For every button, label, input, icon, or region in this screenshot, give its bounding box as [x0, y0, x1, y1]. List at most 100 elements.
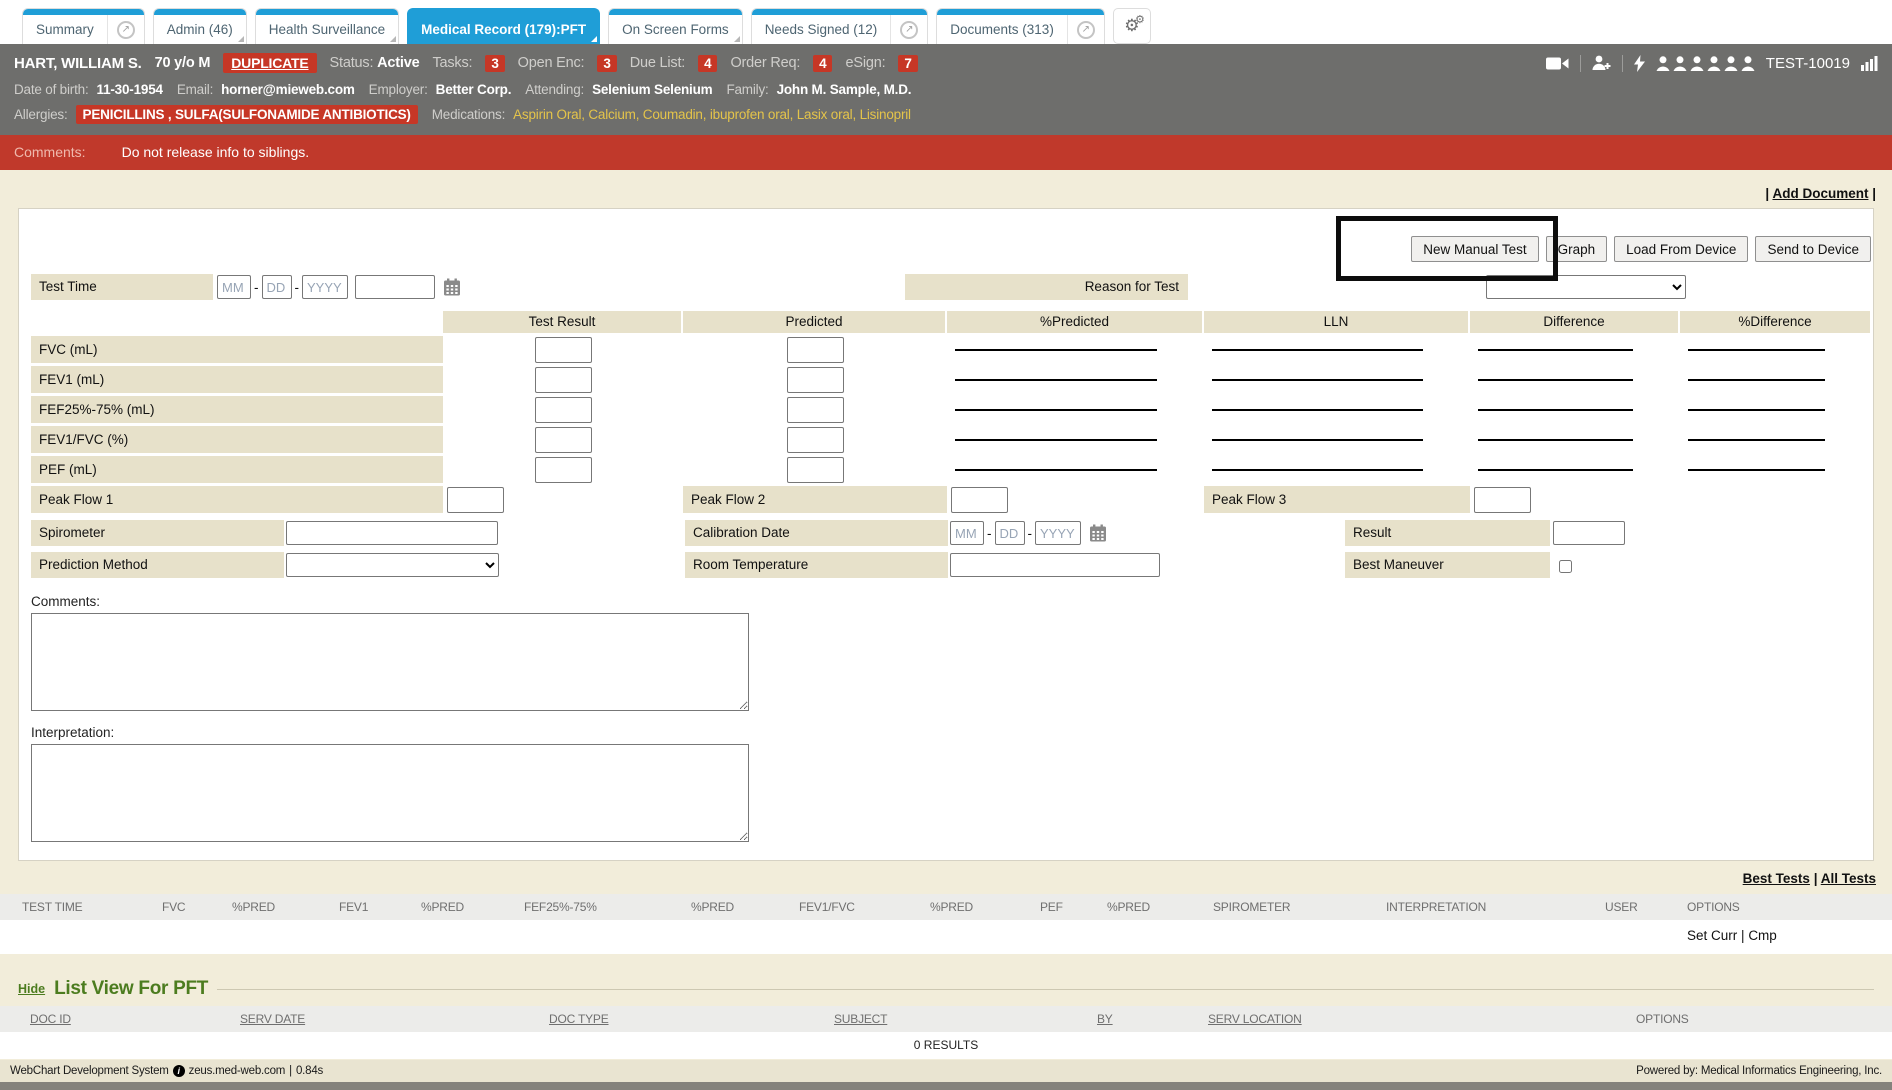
add-person-icon[interactable]	[1592, 55, 1611, 71]
medications-list[interactable]: Aspirin Oral, Calcium, Coumadin, ibuprof…	[513, 107, 911, 122]
tab-medical-record[interactable]: Medical Record (179):PFT	[407, 8, 600, 44]
peak-flow-row: Peak Flow 1 Peak Flow 2 Peak Flow 3	[31, 486, 1871, 513]
patient-list-icons[interactable]	[1656, 56, 1755, 71]
order-req-label: Order Req:	[730, 55, 800, 71]
col-serv-date[interactable]: SERV DATE	[240, 1012, 549, 1026]
room-temperature-input[interactable]	[950, 553, 1160, 577]
calibration-month-input[interactable]	[950, 521, 984, 545]
tab-health-surveillance[interactable]: Health Surveillance	[255, 8, 399, 44]
hide-link[interactable]: Hide	[18, 982, 45, 996]
col-test-result: Test Result	[443, 311, 683, 333]
add-document-link[interactable]: Add Document	[1772, 186, 1868, 201]
lightning-icon[interactable]	[1634, 55, 1645, 72]
result-input[interactable]	[1553, 521, 1625, 545]
tab-summary-popout[interactable]: ↗	[107, 15, 144, 44]
tasks-count-badge[interactable]: 3	[485, 55, 504, 72]
col-by[interactable]: BY	[1097, 1012, 1208, 1026]
fev1-test-result-input[interactable]	[535, 367, 592, 393]
peak-flow-2-input[interactable]	[951, 487, 1008, 513]
duplicate-badge[interactable]: DUPLICATE	[223, 53, 316, 73]
employer-value: Better Corp.	[436, 82, 512, 97]
video-camera-icon[interactable]	[1546, 56, 1569, 71]
result-label: Result	[1345, 520, 1550, 546]
col-doc-type[interactable]: DOC TYPE	[549, 1012, 834, 1026]
fvc-difference-line	[1478, 349, 1633, 351]
col-doc-id[interactable]: DOC ID	[30, 1012, 240, 1026]
test-time-row: Test Time - - Reason for Test	[31, 274, 1871, 302]
settings-button[interactable]: ⚙⚙	[1113, 8, 1151, 44]
comments-textarea[interactable]	[31, 613, 749, 711]
test-time-year-input[interactable]	[302, 275, 348, 299]
order-req-count-badge[interactable]: 4	[813, 55, 832, 72]
tab-needs-signed-popout[interactable]: ↗	[890, 15, 927, 44]
peak-flow-1-input[interactable]	[447, 487, 504, 513]
fev1-predicted-input[interactable]	[787, 367, 844, 393]
fef-test-result-input[interactable]	[535, 397, 592, 423]
tab-needs-signed[interactable]: Needs Signed (12) ↗	[751, 8, 929, 44]
pef-predicted-input[interactable]	[787, 457, 844, 483]
add-document-row: | Add Document |	[0, 170, 1892, 208]
best-tests-link[interactable]: Best Tests	[1743, 871, 1810, 886]
allergies-badge[interactable]: PENICILLINS , SULFA(SULFONAMIDE ANTIBIOT…	[76, 105, 418, 124]
results-table-header: TEST TIME FVC %PRED FEV1 %PRED FEF25%-75…	[0, 894, 1892, 920]
tab-summary[interactable]: Summary ↗	[22, 8, 145, 44]
calibration-year-input[interactable]	[1035, 521, 1081, 545]
tab-admin[interactable]: Admin (46)	[153, 8, 247, 44]
esign-count-badge[interactable]: 7	[898, 55, 917, 72]
tab-documents-label: Documents (313)	[937, 15, 1067, 44]
family-label: Family:	[726, 82, 768, 97]
calibration-day-input[interactable]	[995, 521, 1025, 545]
bar-chart-icon[interactable]	[1861, 55, 1878, 71]
fef-predicted-input[interactable]	[787, 397, 844, 423]
info-icon[interactable]: i	[173, 1065, 185, 1077]
col-subject[interactable]: SUBJECT	[834, 1012, 1097, 1026]
peak-flow-2-label: Peak Flow 2	[683, 486, 947, 513]
peak-flow-3-input[interactable]	[1474, 487, 1531, 513]
graph-button[interactable]: Graph	[1546, 236, 1608, 262]
all-tests-link[interactable]: All Tests	[1821, 871, 1876, 886]
tab-documents-popout[interactable]: ↗	[1067, 15, 1104, 44]
col-user: USER	[1605, 900, 1687, 914]
test-time-month-input[interactable]	[217, 275, 251, 299]
row-label: FEV1 (mL)	[31, 366, 443, 393]
cmp-link[interactable]: Cmp	[1748, 928, 1777, 943]
date-separator: -	[987, 526, 992, 541]
email-value[interactable]: horner@mieweb.com	[221, 82, 355, 97]
reason-for-test-select[interactable]	[1486, 275, 1686, 299]
col-spirometer: SPIROMETER	[1213, 900, 1386, 914]
set-curr-link[interactable]: Set Curr	[1687, 928, 1737, 943]
test-time-day-input[interactable]	[262, 275, 292, 299]
test-time-time-input[interactable]	[355, 275, 435, 299]
col-fev1: FEV1	[339, 900, 421, 914]
empty-results-row: 0 RESULTS	[0, 1032, 1892, 1059]
due-list-count-badge[interactable]: 4	[698, 55, 717, 72]
calendar-icon[interactable]	[1089, 524, 1107, 542]
comments-label: Comments:	[31, 594, 1871, 609]
interpretation-textarea[interactable]	[31, 744, 749, 842]
open-enc-count-badge[interactable]: 3	[597, 55, 616, 72]
spirometer-label: Spirometer	[31, 520, 284, 546]
col-interpretation: INTERPRETATION	[1386, 900, 1605, 914]
send-to-device-button[interactable]: Send to Device	[1755, 236, 1871, 262]
pef-test-result-input[interactable]	[535, 457, 592, 483]
spirometer-input[interactable]	[286, 521, 498, 545]
prediction-method-select[interactable]	[286, 553, 499, 577]
measurement-row-fev1: FEV1 (mL)	[31, 366, 1871, 393]
tab-on-screen-forms[interactable]: On Screen Forms	[608, 8, 743, 44]
patient-demographics-row: Date of birth: 11-30-1954 Email: horner@…	[14, 78, 1878, 101]
fev1-fvc-test-result-input[interactable]	[535, 427, 592, 453]
fvc-predicted-input[interactable]	[787, 337, 844, 363]
best-maneuver-label: Best Maneuver	[1345, 552, 1550, 578]
fvc-percent-predicted-line	[955, 349, 1157, 351]
patient-header-icons: TEST-10019	[1546, 55, 1878, 72]
col-serv-location[interactable]: SERV LOCATION	[1208, 1012, 1636, 1026]
fvc-test-result-input[interactable]	[535, 337, 592, 363]
best-maneuver-checkbox[interactable]	[1559, 560, 1572, 573]
fev1-fvc-predicted-input[interactable]	[787, 427, 844, 453]
allergies-medications-row: Allergies: PENICILLINS , SULFA(SULFONAMI…	[14, 101, 1878, 128]
col-fvc: FVC	[162, 900, 232, 914]
tab-documents[interactable]: Documents (313) ↗	[936, 8, 1105, 44]
calendar-icon[interactable]	[443, 278, 461, 296]
load-from-device-button[interactable]: Load From Device	[1614, 236, 1748, 262]
new-manual-test-button[interactable]: New Manual Test	[1411, 236, 1538, 262]
